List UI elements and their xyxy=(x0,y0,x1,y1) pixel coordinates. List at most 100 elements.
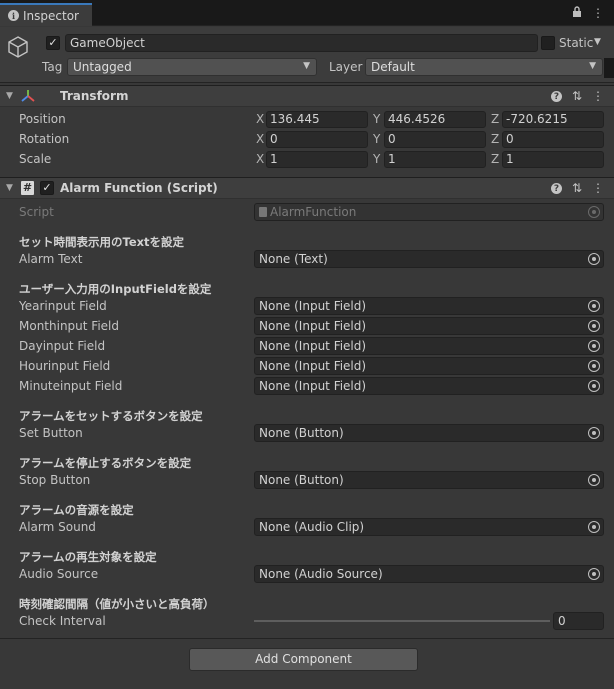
script-header-icons: ? ⇅ ⋮ xyxy=(550,181,604,195)
section-header: セット時間表示用のTextを設定 xyxy=(19,235,185,249)
scale-x-field[interactable]: 1 xyxy=(266,151,368,168)
alarm-sound-field[interactable]: None (Audio Clip) xyxy=(254,518,604,536)
section-header: アラームをセットするボタンを設定 xyxy=(19,409,203,423)
field-label: Dayinput Field xyxy=(19,339,106,353)
layer-dropdown[interactable]: Default ▼ xyxy=(365,58,603,76)
tab-inspector[interactable]: i Inspector xyxy=(0,3,92,26)
presets-icon[interactable]: ⇅ xyxy=(572,89,582,103)
tag-dropdown[interactable]: Untagged ▼ xyxy=(67,58,317,76)
object-picker-icon[interactable] xyxy=(588,253,600,265)
object-picker-icon[interactable] xyxy=(588,300,600,312)
rotation-axis-x[interactable]: X xyxy=(256,132,264,146)
static-dropdown-icon[interactable]: ▼ xyxy=(594,37,601,47)
script-file-icon xyxy=(259,207,267,217)
script-value: AlarmFunction xyxy=(270,205,357,219)
field-value: None (Audio Clip) xyxy=(259,520,365,534)
layer-label: Layer xyxy=(329,60,363,74)
more-icon[interactable]: ⋮ xyxy=(592,89,604,103)
yearinput-field[interactable]: None (Input Field) xyxy=(254,297,604,315)
script-icon: # xyxy=(21,181,34,195)
object-picker-icon[interactable] xyxy=(588,474,600,486)
object-picker-icon[interactable] xyxy=(588,568,600,580)
foldout-icon[interactable]: ▼ xyxy=(6,91,13,101)
chevron-down-icon: ▼ xyxy=(303,61,310,71)
more-icon[interactable]: ⋮ xyxy=(592,181,604,195)
more-icon[interactable]: ⋮ xyxy=(592,6,604,21)
rotation-axis-z[interactable]: Z xyxy=(491,132,499,146)
transform-title: Transform xyxy=(60,89,129,103)
position-axis-y[interactable]: Y xyxy=(373,112,380,126)
scale-z-field[interactable]: 1 xyxy=(502,151,604,168)
check-interval-label: Check Interval xyxy=(19,614,106,628)
info-icon: i xyxy=(8,10,19,21)
static-checkbox[interactable] xyxy=(541,36,555,50)
object-picker-icon[interactable] xyxy=(588,380,600,392)
chevron-down-icon: ▼ xyxy=(589,61,596,71)
minuteinput-field[interactable]: None (Input Field) xyxy=(254,377,604,395)
help-icon[interactable]: ? xyxy=(550,183,562,194)
foldout-icon[interactable]: ▼ xyxy=(6,183,13,193)
section-header: アラームの音源を設定 xyxy=(19,503,134,517)
add-component-button[interactable]: Add Component xyxy=(189,648,418,671)
alarm-text-field[interactable]: None (Text) xyxy=(254,250,604,268)
dayinput-field[interactable]: None (Input Field) xyxy=(254,337,604,355)
field-value: None (Input Field) xyxy=(259,339,367,353)
field-label: Audio Source xyxy=(19,567,99,581)
object-picker-icon[interactable] xyxy=(588,340,600,352)
field-value: None (Input Field) xyxy=(259,379,367,393)
rotation-y-field[interactable]: 0 xyxy=(384,131,486,148)
position-y-field[interactable]: 446.4526 xyxy=(384,111,486,128)
object-picker-icon xyxy=(588,206,600,218)
transform-header-icons: ? ⇅ ⋮ xyxy=(550,89,604,103)
rotation-z-field[interactable]: 0 xyxy=(502,131,604,148)
position-z-field[interactable]: -720.6215 xyxy=(502,111,604,128)
presets-icon[interactable]: ⇅ xyxy=(572,181,582,195)
set-button-field[interactable]: None (Button) xyxy=(254,424,604,442)
object-picker-icon[interactable] xyxy=(588,521,600,533)
static-label: Static xyxy=(559,36,594,50)
field-label: Monthinput Field xyxy=(19,319,119,333)
check-interval-input[interactable]: 0 xyxy=(553,612,604,630)
script-field: AlarmFunction xyxy=(254,203,604,221)
object-picker-icon[interactable] xyxy=(588,360,600,372)
position-axis-z[interactable]: Z xyxy=(491,112,499,126)
scroll-edge xyxy=(604,58,614,78)
transform-header[interactable]: ▼ Transform ? ⇅ ⋮ xyxy=(0,85,614,107)
field-value: None (Input Field) xyxy=(259,319,367,333)
field-label: Yearinput Field xyxy=(19,299,107,313)
object-picker-icon[interactable] xyxy=(588,320,600,332)
field-label: Set Button xyxy=(19,426,83,440)
tab-controls: ⋮ xyxy=(572,6,604,21)
monthinput-field[interactable]: None (Input Field) xyxy=(254,317,604,335)
gameobject-name-input[interactable]: GameObject xyxy=(65,34,538,52)
hourinput-field[interactable]: None (Input Field) xyxy=(254,357,604,375)
scale-y-field[interactable]: 1 xyxy=(384,151,486,168)
object-picker-icon[interactable] xyxy=(588,427,600,439)
transform-icon xyxy=(20,89,36,106)
check-interval-slider[interactable] xyxy=(254,620,550,622)
active-checkbox[interactable]: ✓ xyxy=(46,36,60,50)
help-icon[interactable]: ? xyxy=(550,91,562,102)
position-x-field[interactable]: 136.445 xyxy=(266,111,368,128)
scale-axis-x[interactable]: X xyxy=(256,152,264,166)
rotation-axis-y[interactable]: Y xyxy=(373,132,380,146)
field-label: Minuteinput Field xyxy=(19,379,123,393)
divider xyxy=(0,638,614,639)
cube-icon xyxy=(6,35,30,62)
layer-value: Default xyxy=(371,60,415,74)
script-component-header[interactable]: ▼ # ✓ Alarm Function (Script) ? ⇅ ⋮ xyxy=(0,177,614,199)
scale-axis-z[interactable]: Z xyxy=(491,152,499,166)
section-header: アラームを停止するボタンを設定 xyxy=(19,456,192,470)
audio-source-field[interactable]: None (Audio Source) xyxy=(254,565,604,583)
script-label: Script xyxy=(19,205,54,219)
tab-label: Inspector xyxy=(23,8,79,23)
field-label: Alarm Sound xyxy=(19,520,96,534)
section-header: アラームの再生対象を設定 xyxy=(19,550,157,564)
lock-icon[interactable] xyxy=(572,6,582,21)
script-enabled-checkbox[interactable]: ✓ xyxy=(40,181,54,195)
scale-axis-y[interactable]: Y xyxy=(373,152,380,166)
stop-button-field[interactable]: None (Button) xyxy=(254,471,604,489)
field-label: Stop Button xyxy=(19,473,91,487)
position-axis-x[interactable]: X xyxy=(256,112,264,126)
rotation-x-field[interactable]: 0 xyxy=(266,131,368,148)
